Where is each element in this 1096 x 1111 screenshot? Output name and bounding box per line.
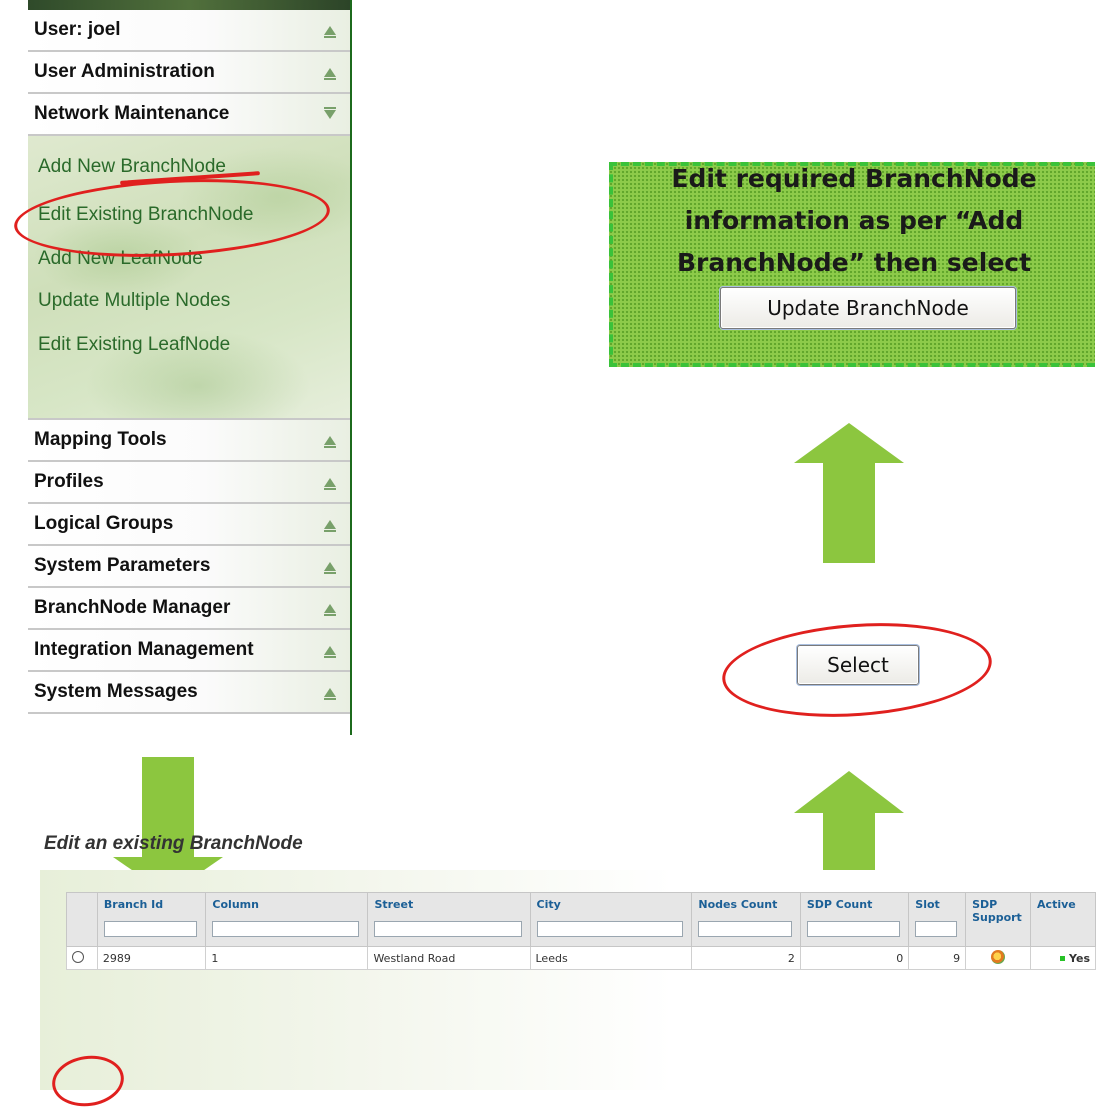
collapse-up-icon (324, 687, 336, 700)
collapse-up-icon (324, 67, 336, 80)
menu-section-profiles[interactable]: Profiles (28, 462, 350, 504)
header-label: Branch Id (103, 898, 164, 911)
menu-section-label: Profiles (34, 471, 104, 492)
submenu-update-multiple-nodes[interactable]: Update Multiple Nodes (38, 290, 230, 312)
collapse-up-icon (324, 435, 336, 448)
header-label: City (536, 898, 561, 911)
menu-section-label: Network Maintenance (34, 103, 230, 124)
column-header-city: City (529, 892, 693, 947)
navigation-menu: User: joel User Administration Network M… (28, 0, 352, 735)
cell-slot: 9 (908, 946, 967, 970)
filter-branch-id-input[interactable] (103, 921, 198, 937)
header-label: Column (212, 898, 259, 911)
header-label: Active (1037, 898, 1076, 911)
filter-nodes-count-input[interactable] (698, 921, 792, 937)
collapse-up-icon (324, 477, 336, 490)
collapse-up-icon (324, 519, 336, 532)
menu-section-label: Integration Management (34, 639, 254, 660)
branchnode-table: Branch Id Column Street City Nodes Count (66, 892, 1096, 970)
header-label: Nodes Count (698, 898, 778, 911)
cell-sdp-support (965, 946, 1032, 970)
filter-street-input[interactable] (374, 921, 522, 937)
select-column-header (66, 892, 98, 947)
menu-section-user[interactable]: User: joel (28, 10, 350, 52)
column-header-sdp-support: SDP Support (965, 892, 1032, 947)
branchnode-table-panel: Branch Id Column Street City Nodes Count (40, 870, 1096, 1090)
callout-line-1: Edit required BranchNode (671, 164, 1037, 193)
menu-section-system-messages[interactable]: System Messages (28, 672, 350, 714)
callout-line-3: BranchNode” then select (676, 248, 1032, 277)
filter-sdp-count-input[interactable] (806, 921, 901, 937)
menu-banner-strip (28, 0, 350, 10)
callout-text: Edit required BranchNode information as … (613, 158, 1095, 284)
filter-city-input[interactable] (536, 921, 684, 937)
menu-section-label: User Administration (34, 61, 215, 82)
collapse-up-icon (324, 645, 336, 658)
cell-street: Westland Road (367, 946, 531, 970)
menu-section-label: BranchNode Manager (34, 597, 231, 618)
menu-section-label: System Messages (34, 681, 198, 702)
menu-section-network-maintenance[interactable]: Network Maintenance (28, 94, 350, 136)
row-select-radio[interactable] (72, 950, 84, 963)
cell-active: Yes (1030, 946, 1096, 970)
header-label: SDP Count (806, 898, 873, 911)
menu-section-label: Logical Groups (34, 513, 174, 534)
collapse-up-icon (324, 25, 336, 38)
header-label: Slot (915, 898, 940, 911)
menu-section-label: User: joel (34, 19, 121, 40)
column-header-nodes-count: Nodes Count (691, 892, 801, 947)
cell-column: 1 (205, 946, 369, 970)
column-header-sdp-count: SDP Count (799, 892, 910, 947)
expand-down-icon (324, 106, 336, 119)
column-header-street: Street (367, 892, 531, 947)
header-label: Street (374, 898, 414, 911)
menu-section-logical-groups[interactable]: Logical Groups (28, 504, 350, 546)
column-header-branch-id: Branch Id (96, 892, 207, 947)
filter-column-input[interactable] (212, 921, 360, 937)
column-header-column: Column (205, 892, 369, 947)
column-header-slot: Slot (908, 892, 967, 947)
highlight-ellipse-select (719, 614, 995, 726)
sdp-support-icon (991, 949, 1006, 964)
callout-line-2: information as per “Add (684, 206, 1024, 235)
cell-nodes-count: 2 (691, 946, 801, 970)
menu-section-label: System Parameters (34, 555, 211, 576)
instruction-callout: Edit required BranchNode information as … (609, 162, 1095, 367)
menu-section-integration-management[interactable]: Integration Management (28, 630, 350, 672)
active-status-icon (1060, 956, 1066, 961)
green-arrow-up-upper (794, 423, 904, 563)
table-header-row: Branch Id Column Street City Nodes Count (66, 892, 1096, 947)
active-value: Yes (1069, 951, 1090, 965)
menu-section-branchnode-manager[interactable]: BranchNode Manager (28, 588, 350, 630)
page-title: Edit an existing BranchNode (44, 833, 303, 854)
update-branchnode-button[interactable]: Update BranchNode (720, 287, 1016, 329)
cell-city: Leeds (529, 946, 693, 970)
submenu-edit-leafnode[interactable]: Edit Existing LeafNode (38, 334, 230, 356)
menu-section-system-parameters[interactable]: System Parameters (28, 546, 350, 588)
collapse-up-icon (324, 603, 336, 616)
table-row[interactable]: 2989 1 Westland Road Leeds 2 0 9 Yes (66, 946, 1096, 970)
cell-sdp-count: 0 (799, 946, 910, 970)
filter-slot-input[interactable] (915, 921, 958, 937)
row-select-cell (66, 946, 98, 970)
collapse-up-icon (324, 561, 336, 574)
menu-section-user-administration[interactable]: User Administration (28, 52, 350, 94)
cell-branch-id: 2989 (96, 946, 207, 970)
menu-section-label: Mapping Tools (34, 429, 167, 450)
column-header-active: Active (1030, 892, 1096, 947)
header-label: SDP Support (972, 898, 1022, 924)
menu-section-mapping-tools[interactable]: Mapping Tools (28, 420, 350, 462)
